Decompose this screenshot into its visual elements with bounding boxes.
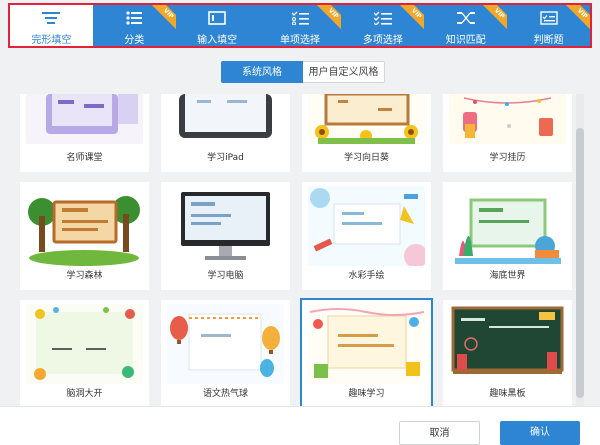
template-card[interactable]: 学习电脑 <box>161 182 290 290</box>
question-type-toolbar: 完形填空 分类 VIP 输入填空 单项选择 VIP 多项选择 VIP 知识匹配 … <box>8 3 592 48</box>
template-thumbnail <box>26 304 143 384</box>
template-card[interactable]: 语文热气球 <box>161 300 290 406</box>
template-thumbnail <box>167 304 284 384</box>
template-name: 海底世界 <box>489 271 526 281</box>
template-thumbnail <box>26 186 143 266</box>
template-name: 学习电脑 <box>207 271 244 281</box>
window-icon <box>208 10 226 25</box>
template-name: 学习向日葵 <box>343 153 389 163</box>
template-card[interactable]: 学习挂历 <box>443 94 572 172</box>
list-lines-icon <box>42 10 61 25</box>
vip-badge: VIP <box>480 5 508 33</box>
custom-style-button[interactable]: 用户自定义风格 <box>303 61 385 83</box>
template-name: 水彩手绘 <box>348 271 385 281</box>
template-thumbnail <box>167 186 284 266</box>
tab-label: 输入填空 <box>197 35 238 46</box>
template-name: 趣味黑板 <box>489 389 526 399</box>
template-name: 名师课堂 <box>66 153 103 163</box>
multi-check-icon <box>373 10 392 25</box>
template-thumbnail <box>449 186 566 266</box>
template-thumbnail <box>308 186 425 266</box>
template-card[interactable]: 海底世界 <box>443 182 572 290</box>
tab-label: 分类 <box>124 35 145 46</box>
tab-single-choice[interactable]: 单项选择 VIP <box>259 5 342 46</box>
tab-cloze[interactable]: 完形填空 <box>10 5 93 46</box>
cancel-button[interactable]: 取消 <box>399 421 480 445</box>
vip-badge: VIP <box>563 5 591 33</box>
tab-label: 完形填空 <box>31 35 72 46</box>
vip-badge: VIP <box>315 5 342 33</box>
template-card[interactable]: 趣味黑板 <box>443 300 572 406</box>
template-card[interactable]: 学习森林 <box>20 182 149 290</box>
template-card[interactable]: 学习iPad <box>161 94 290 172</box>
template-name: 趣味学习 <box>348 389 385 399</box>
tab-label: 判断题 <box>533 35 564 46</box>
template-name: 语文热气球 <box>202 389 248 399</box>
tab-classify[interactable]: 分类 VIP <box>93 5 176 46</box>
dialog-footer: 取消 确认 <box>0 406 600 445</box>
template-card[interactable]: 水彩手绘 <box>302 182 431 290</box>
vip-badge: VIP <box>149 5 176 33</box>
template-card[interactable]: 学习向日葵 <box>302 94 431 172</box>
match-icon <box>456 10 475 25</box>
confirm-button[interactable]: 确认 <box>500 421 580 445</box>
template-thumbnail <box>26 94 143 144</box>
template-name: 学习挂历 <box>489 153 526 163</box>
template-name: 脑洞大开 <box>66 389 103 399</box>
template-card[interactable]: 脑洞大开 <box>20 300 149 406</box>
template-card[interactable]: 名师课堂 <box>20 94 149 172</box>
vip-badge: VIP <box>397 5 425 33</box>
style-toggle: 系统风格 用户自定义风格 <box>221 61 385 83</box>
template-thumbnail <box>167 94 284 144</box>
template-name: 学习iPad <box>207 153 244 163</box>
template-thumbnail <box>449 94 566 144</box>
judge-icon <box>539 10 558 25</box>
scrollbar-thumb[interactable] <box>576 128 584 398</box>
template-thumbnail <box>449 304 566 384</box>
system-style-button[interactable]: 系统风格 <box>221 61 303 83</box>
tab-true-false[interactable]: 判断题 VIP <box>507 5 591 46</box>
template-thumbnail <box>308 94 425 144</box>
tab-multi-choice[interactable]: 多项选择 VIP <box>341 5 425 46</box>
checklist-icon <box>291 10 309 25</box>
template-card-selected[interactable]: 趣味学习 <box>300 298 433 406</box>
bullet-list-icon <box>125 10 143 25</box>
tab-input-fill[interactable]: 输入填空 <box>176 5 259 46</box>
tab-label: 单项选择 <box>280 35 320 46</box>
tab-knowledge-match[interactable]: 知识匹配 VIP <box>424 5 508 46</box>
template-grid: 名师课堂 学习iPad 学习向日葵 学习挂历 学习森林 学习电脑 水彩手绘 海底… <box>12 94 574 406</box>
template-name: 学习森林 <box>66 271 103 281</box>
tab-label: 知识匹配 <box>445 35 486 46</box>
tab-label: 多项选择 <box>362 35 403 46</box>
template-thumbnail <box>308 304 425 384</box>
